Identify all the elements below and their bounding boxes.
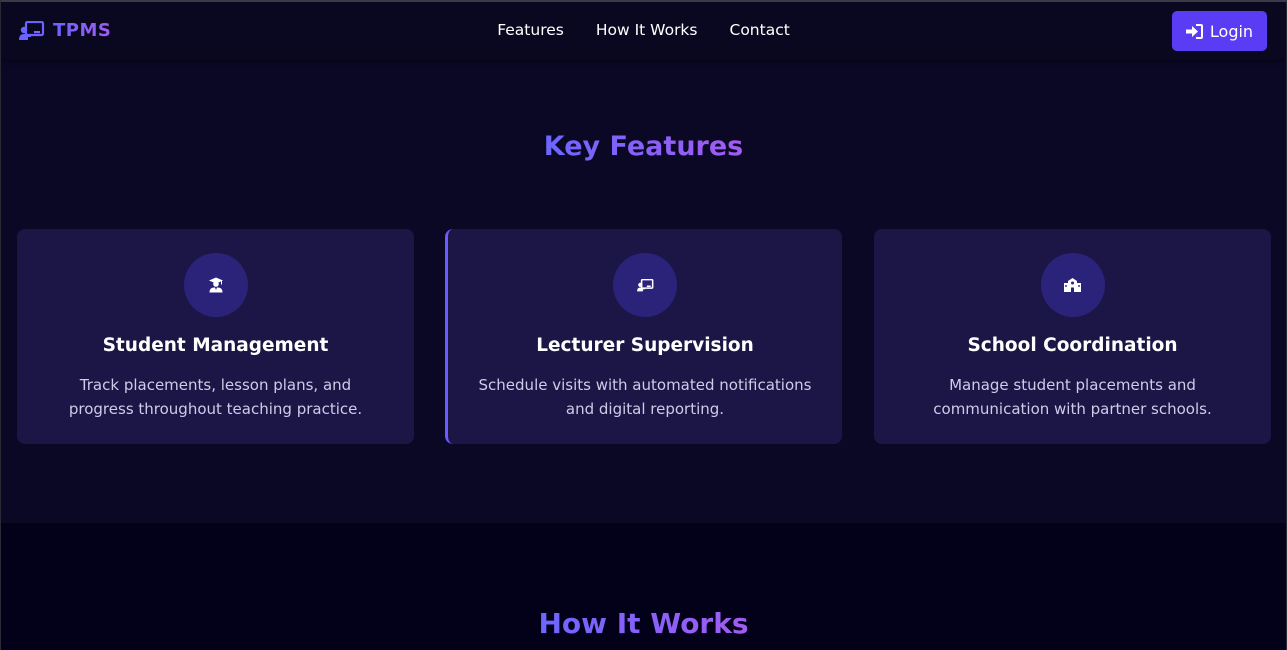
chalkboard-teacher-icon (19, 20, 45, 41)
nav-link-features[interactable]: Features (497, 21, 564, 39)
feature-card-lecturer-supervision: Lecturer Supervision Schedule visits wit… (445, 229, 842, 444)
feature-card-title: Lecturer Supervision (536, 335, 754, 356)
feature-card-description: Schedule visits with automated notificat… (478, 376, 812, 418)
brand-logo[interactable]: TPMS (19, 20, 111, 41)
feature-card-school-coordination: School Coordination Manage student place… (874, 229, 1271, 444)
how-it-works-title: How It Works (538, 607, 749, 640)
nav-link-how-it-works[interactable]: How It Works (596, 21, 698, 39)
feature-card-description: Manage student placements and communicat… (933, 376, 1212, 418)
login-button[interactable]: Login (1172, 11, 1267, 51)
page: TPMS Features How It Works Contact Login… (0, 0, 1287, 650)
sign-in-icon (1185, 23, 1203, 39)
feature-card-title: School Coordination (967, 335, 1178, 356)
how-it-works-section: How It Works (1, 523, 1286, 650)
features-title: Key Features (543, 131, 744, 162)
navbar: TPMS Features How It Works Contact Login (1, 2, 1286, 59)
feature-card-title: Student Management (102, 335, 329, 356)
feature-card-description: Track placements, lesson plans, and prog… (68, 376, 363, 418)
nav-link-contact[interactable]: Contact (730, 21, 790, 39)
nav-links: Features How It Works Contact (1, 21, 1286, 39)
chalkboard-teacher-icon (613, 253, 677, 317)
school-icon (1040, 253, 1105, 317)
login-label: Login (1209, 21, 1254, 41)
brand-name: TPMS (53, 20, 112, 41)
features-section: Key Features Student Management Track pl… (1, 59, 1286, 523)
student-graduate-icon (183, 253, 248, 317)
feature-card-student-management: Student Management Track placements, les… (17, 229, 414, 444)
